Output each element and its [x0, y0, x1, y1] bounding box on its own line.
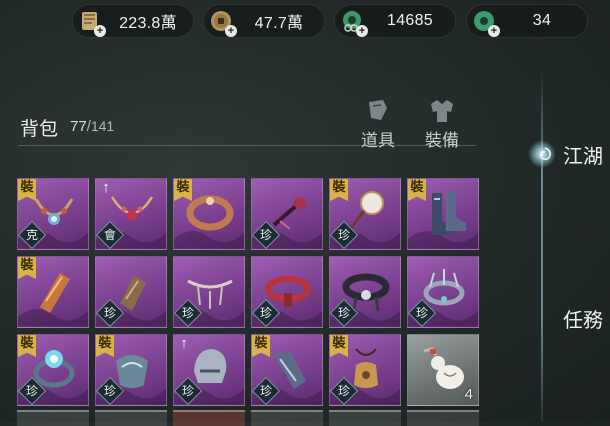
bag-count: 77/141 — [70, 118, 114, 135]
currency-jade-value: 34 — [532, 12, 552, 29]
jade-icon: + — [471, 8, 500, 37]
inventory-slot-partial[interactable] — [251, 410, 323, 426]
currency-bar: + 223.8萬 + 47.7萬 + 14685 + 34 — [72, 4, 590, 40]
currency-scroll-value: 223.8萬 — [119, 15, 177, 32]
inventory-slot-2[interactable]: ↑ 會 — [95, 178, 167, 250]
inventory-slot-18[interactable]: 4 — [407, 334, 479, 406]
add-jade-icon[interactable]: + — [488, 25, 500, 37]
upgrade-arrow-icon: ↑ — [102, 179, 110, 196]
scroll-bag-icon — [369, 100, 387, 120]
currency-coin-value: 47.7萬 — [254, 15, 304, 32]
side-nav-tasks[interactable]: 任務 — [563, 304, 603, 333]
bag-capacity: 141 — [90, 118, 115, 134]
armor-icon — [431, 100, 453, 122]
currency-jade[interactable]: + 34 — [466, 4, 588, 38]
bag-count-current: 77 — [70, 118, 87, 135]
inventory-slot-9[interactable]: 珍 — [173, 256, 245, 328]
bag-title: 背包 — [20, 119, 59, 140]
tab-equipment[interactable]: 裝備 — [418, 98, 466, 151]
inventory-slot-partial[interactable] — [17, 410, 89, 426]
inventory-slot-partial[interactable] — [173, 410, 245, 426]
side-nav-line — [541, 70, 543, 422]
add-jade-link-icon[interactable]: + — [356, 25, 368, 37]
inventory-slot-7[interactable]: 裝 — [17, 256, 89, 328]
inventory-slot-13[interactable]: 裝 珍 — [17, 334, 89, 406]
inventory-slot-5[interactable]: 裝 珍 — [329, 178, 401, 250]
currency-jade-link-value: 14685 — [387, 12, 433, 29]
inventory-slot-partial[interactable] — [95, 410, 167, 426]
inventory-slot-10[interactable]: 珍 — [251, 256, 323, 328]
inventory-slot-17[interactable]: 裝 珍 — [329, 334, 401, 406]
inventory-slot-6[interactable]: 裝 — [407, 178, 479, 250]
inventory-slot-16[interactable]: 裝 珍 — [251, 334, 323, 406]
upgrade-arrow-icon: ↑ — [180, 335, 188, 352]
currency-scroll[interactable]: + 223.8萬 — [72, 4, 194, 38]
inventory-slot-15[interactable]: ↑ 珍 — [173, 334, 245, 406]
inventory-slot-1[interactable]: 裝 克 — [17, 178, 89, 250]
tab-items-label: 道具 — [361, 131, 395, 150]
coin-icon: + — [208, 8, 237, 37]
add-coin-icon[interactable]: + — [225, 25, 237, 37]
gourd-icon — [423, 347, 464, 389]
inventory-slot-8[interactable]: 珍 — [95, 256, 167, 328]
side-nav-jianghu[interactable]: 江湖 — [563, 140, 603, 169]
inventory-slot-14[interactable]: 裝 珍 — [95, 334, 167, 406]
currency-jade-link[interactable]: + 14685 — [334, 4, 456, 38]
tab-equipment-label: 裝備 — [425, 131, 459, 150]
item-quantity: 4 — [464, 386, 473, 403]
inventory-slot-3[interactable]: 裝 — [173, 178, 245, 250]
tab-items[interactable]: 道具 — [354, 98, 402, 151]
swirl-icon — [540, 147, 551, 160]
scroll-icon: + — [77, 8, 106, 37]
inventory-slot-partial[interactable] — [329, 410, 401, 426]
inventory-slot-4[interactable]: 珍 — [251, 178, 323, 250]
add-scroll-icon[interactable]: + — [94, 25, 106, 37]
currency-coin[interactable]: + 47.7萬 — [203, 4, 325, 38]
inventory-slot-11[interactable]: 珍 — [329, 256, 401, 328]
jade-link-icon: + — [339, 8, 368, 37]
inventory-slot-12[interactable]: 珍 — [407, 256, 479, 328]
inventory-slot-partial[interactable] — [407, 410, 479, 426]
title-divider — [18, 145, 476, 146]
